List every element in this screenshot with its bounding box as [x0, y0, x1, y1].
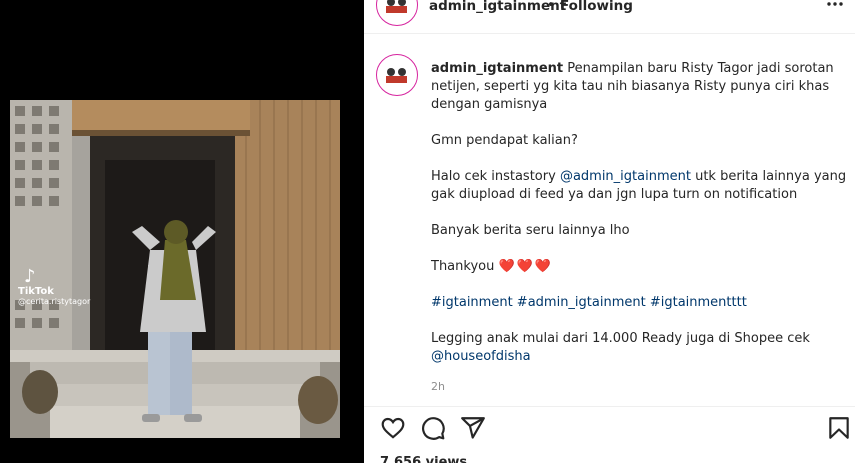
tiktok-handle: @cerita.ristytagor [18, 297, 91, 306]
like-button[interactable] [380, 415, 406, 441]
caption-username[interactable]: admin_igtainment [431, 61, 563, 76]
caption-row: admin_igtainment Penampilan baru Risty T… [364, 34, 855, 406]
share-icon [461, 417, 485, 439]
caption-thanks-paragraph: Thankyou ❤️❤️❤️ [431, 258, 849, 276]
post-timestamp[interactable]: 2h [431, 380, 445, 393]
caption-promo: Legging anak mulai dari 14.000 Ready jug… [431, 331, 810, 346]
tiktok-watermark: ♪ TikTok @cerita.ristytagor [18, 266, 91, 307]
caption-avatar[interactable] [376, 54, 418, 96]
post-video[interactable]: ♪ TikTok @cerita.ristytagor [10, 100, 340, 438]
caption-thanks: Thankyou [431, 259, 499, 274]
caption-promo-paragraph: Legging anak mulai dari 14.000 Ready jug… [431, 330, 849, 366]
avatar-logo-icon [379, 0, 414, 22]
header-avatar[interactable] [376, 0, 418, 26]
mention-link-shop[interactable]: @houseofdisha [431, 349, 531, 364]
caption-hashtags[interactable]: #igtainment #admin_igtainment #igtainmen… [431, 294, 849, 312]
following-button[interactable]: Following [560, 0, 633, 14]
action-bar: 7,656 views [364, 406, 855, 463]
post-media-pane: ♪ TikTok @cerita.ristytagor [0, 0, 364, 463]
caption-intro-paragraph: admin_igtainment Penampilan baru Risty T… [431, 60, 849, 114]
post-side-pane: admin_igtainment • Following admin_igtai… [364, 0, 855, 463]
caption-p3-before: Halo cek instastory [431, 169, 560, 184]
avatar-logo-icon [379, 57, 414, 92]
tiktok-logo-icon: ♪ [24, 266, 36, 287]
heart-emojis: ❤️❤️❤️ [498, 259, 554, 274]
tiktok-brand: TikTok [18, 286, 54, 297]
share-button[interactable] [460, 415, 486, 441]
header-username[interactable]: admin_igtainment [429, 0, 566, 14]
header-separator: • [547, 0, 555, 13]
mention-link-admin[interactable]: @admin_igtainment [560, 169, 691, 184]
save-button[interactable] [826, 415, 852, 441]
more-options-icon[interactable] [826, 0, 844, 10]
caption-instastory-paragraph: Halo cek instastory @admin_igtainment ut… [431, 168, 849, 204]
comment-button[interactable] [420, 415, 446, 441]
caption-question: Gmn pendapat kalian? [431, 133, 578, 148]
caption-text: admin_igtainment Penampilan baru Risty T… [431, 60, 849, 384]
bookmark-icon [829, 417, 849, 439]
view-count[interactable]: 7,656 views [380, 455, 467, 463]
post-header: admin_igtainment • Following [364, 0, 855, 34]
heart-icon [381, 417, 405, 439]
comment-icon [422, 417, 445, 440]
caption-more-news: Banyak berita seru lainnya lho [431, 223, 630, 238]
